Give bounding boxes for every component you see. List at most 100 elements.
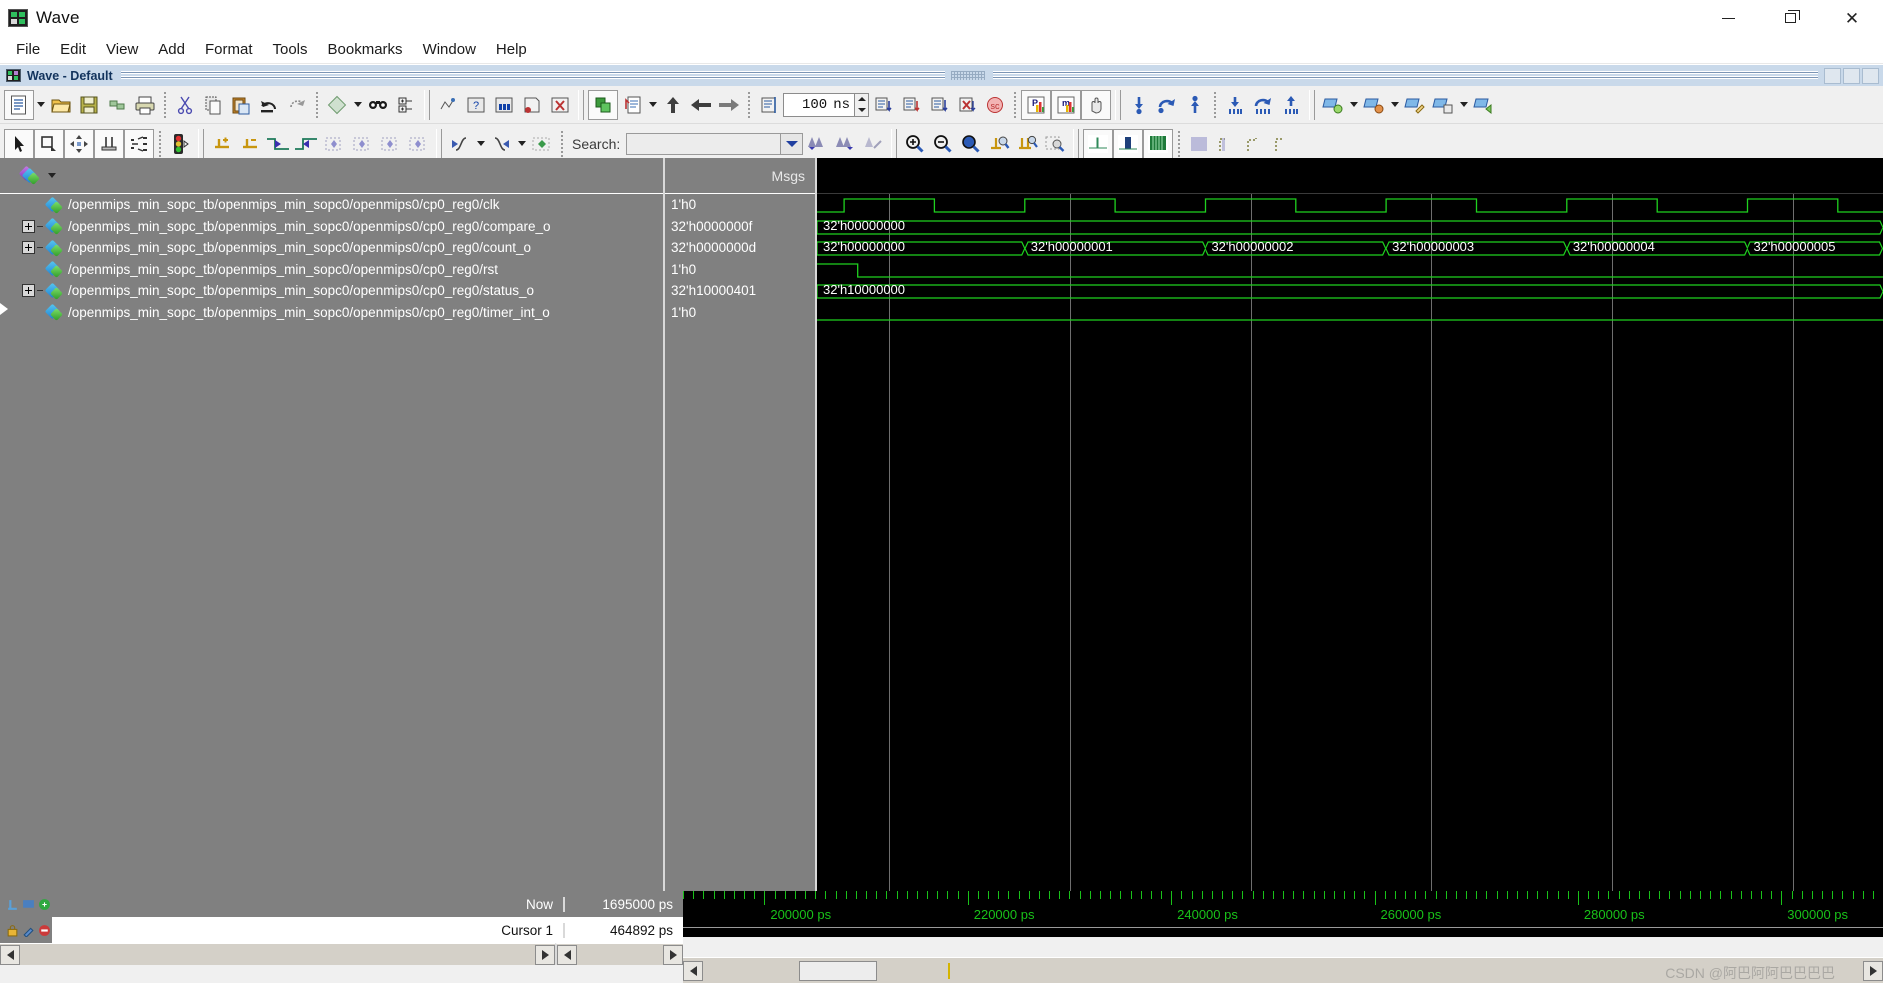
search-prev-dropdown-icon[interactable] bbox=[474, 129, 487, 159]
find-icon[interactable] bbox=[364, 90, 392, 120]
find-rising-icon[interactable] bbox=[404, 129, 432, 159]
timeline-ruler[interactable]: 200000 ps 220000 ps 240000 ps 260000 ps 2800… bbox=[683, 891, 1883, 937]
new-file-dropdown-icon[interactable] bbox=[34, 90, 47, 120]
menu-add[interactable]: Add bbox=[148, 38, 195, 61]
cursor-goto-icon[interactable] bbox=[38, 898, 51, 911]
cursor-mode-icon[interactable] bbox=[94, 128, 124, 159]
run-next-icon[interactable] bbox=[925, 90, 953, 120]
wave-scroll-left[interactable] bbox=[683, 960, 703, 981]
undock-icon[interactable] bbox=[1824, 67, 1842, 84]
wave-all-icon[interactable] bbox=[1143, 128, 1174, 159]
new-file-icon[interactable] bbox=[4, 89, 34, 120]
stop-icon[interactable]: sc bbox=[981, 90, 1009, 120]
search-input[interactable] bbox=[626, 132, 782, 155]
object-filter-icon[interactable] bbox=[18, 165, 42, 185]
save-icon[interactable] bbox=[75, 90, 103, 120]
simulate-icon[interactable] bbox=[618, 90, 646, 120]
pan-mode-icon[interactable] bbox=[64, 128, 94, 159]
values-scrollbar[interactable] bbox=[555, 943, 683, 965]
signal-row[interactable]: /openmips_min_sopc_tb/openmips_min_sopc0… bbox=[0, 194, 663, 216]
values-scroll-left[interactable] bbox=[557, 944, 577, 965]
cursor-link-icon[interactable] bbox=[22, 898, 35, 911]
expand-tree-icon[interactable] bbox=[392, 90, 420, 120]
menu-file[interactable]: File bbox=[6, 38, 50, 61]
menu-bookmarks[interactable]: Bookmarks bbox=[318, 38, 413, 61]
traffic-light-icon[interactable] bbox=[166, 129, 194, 159]
bookmark-del-dropdown-icon[interactable] bbox=[1388, 90, 1401, 120]
search-fwd-icon[interactable] bbox=[831, 129, 859, 159]
search-next-dropdown-icon[interactable] bbox=[515, 129, 528, 159]
restart-icon[interactable] bbox=[869, 90, 897, 120]
hand-pan-icon[interactable] bbox=[1081, 89, 1111, 120]
step-fwd-icon[interactable] bbox=[715, 90, 743, 120]
wave-scroll-right[interactable] bbox=[1863, 960, 1883, 981]
wave-scroll-thumb[interactable] bbox=[799, 960, 877, 981]
find-falling-icon[interactable] bbox=[376, 129, 404, 159]
grid-icon[interactable] bbox=[1185, 129, 1213, 159]
step-back-icon[interactable] bbox=[687, 90, 715, 120]
compile-icon[interactable] bbox=[588, 89, 618, 120]
minimize-button[interactable] bbox=[1697, 0, 1759, 36]
search-diamond-icon[interactable] bbox=[528, 129, 556, 159]
search-prev-icon[interactable] bbox=[446, 129, 474, 159]
signal-row[interactable]: /openmips_min_sopc_tb/openmips_min_sopc0… bbox=[0, 259, 663, 281]
delete-dropdown-icon[interactable] bbox=[351, 90, 364, 120]
zoom-out-icon[interactable] bbox=[929, 129, 957, 159]
names-scroll-right[interactable] bbox=[535, 944, 555, 965]
bookmark-save-icon[interactable] bbox=[1429, 90, 1457, 120]
break-simulation-icon[interactable] bbox=[953, 90, 981, 120]
search-rev-icon[interactable] bbox=[803, 129, 831, 159]
zoom-select-icon[interactable] bbox=[1041, 129, 1069, 159]
values-scroll-right[interactable] bbox=[663, 944, 683, 965]
wave-single-icon[interactable] bbox=[1083, 128, 1114, 159]
names-scroll-left[interactable] bbox=[0, 944, 20, 965]
wrench-icon[interactable] bbox=[22, 924, 35, 937]
edit-mode-icon[interactable] bbox=[124, 128, 154, 159]
names-scroll-track[interactable] bbox=[20, 944, 535, 965]
search-next-icon[interactable] bbox=[487, 129, 515, 159]
zoom-full-icon[interactable] bbox=[957, 129, 985, 159]
find-next-icon[interactable] bbox=[348, 129, 376, 159]
zoom-mode-icon[interactable] bbox=[34, 128, 64, 159]
waveform-canvas[interactable]: 32'h00000000 32'h00000000 32'h00000001 32'h… bbox=[817, 194, 1883, 891]
prev-transition-icon[interactable] bbox=[264, 129, 292, 159]
zoom-range-icon[interactable] bbox=[1013, 129, 1041, 159]
pane-close-icon[interactable] bbox=[1862, 67, 1880, 84]
run-length-icon[interactable] bbox=[755, 90, 783, 120]
menu-edit[interactable]: Edit bbox=[50, 38, 96, 61]
values-scroll-track[interactable] bbox=[577, 944, 663, 965]
zoom-in-icon[interactable] bbox=[901, 129, 929, 159]
insert-cursor2-icon[interactable] bbox=[208, 129, 236, 159]
dock-icon[interactable] bbox=[1843, 67, 1861, 84]
zoom-cursor-icon[interactable] bbox=[985, 129, 1013, 159]
bookmark-edit-icon[interactable] bbox=[1401, 90, 1429, 120]
lock-icon[interactable] bbox=[6, 924, 19, 937]
undo-icon[interactable] bbox=[255, 90, 283, 120]
titlebar-drag-handle[interactable] bbox=[951, 71, 986, 80]
delete-cursor-icon[interactable] bbox=[236, 129, 264, 159]
copy-icon[interactable] bbox=[199, 90, 227, 120]
wave-expand-icon[interactable] bbox=[1277, 90, 1305, 120]
signal-row[interactable]: /openmips_min_sopc_tb/openmips_min_sopc0… bbox=[0, 237, 663, 259]
expand-plus-icon[interactable] bbox=[22, 241, 35, 255]
next-transition-icon[interactable] bbox=[292, 129, 320, 159]
menu-window[interactable]: Window bbox=[413, 38, 486, 61]
delete-icon[interactable] bbox=[323, 90, 351, 120]
names-scrollbar[interactable] bbox=[0, 943, 555, 965]
profile-icon[interactable]: P bbox=[1021, 89, 1051, 120]
step-icon[interactable] bbox=[518, 90, 546, 120]
bookmark-add-icon[interactable] bbox=[1319, 90, 1347, 120]
menu-view[interactable]: View bbox=[96, 38, 148, 61]
maximize-button[interactable] bbox=[1759, 0, 1821, 36]
reload-icon[interactable] bbox=[103, 90, 131, 120]
search-dropdown-icon[interactable] bbox=[781, 132, 804, 155]
break-icon[interactable] bbox=[546, 90, 574, 120]
menu-tools[interactable]: Tools bbox=[263, 38, 318, 61]
run-icon[interactable] bbox=[434, 90, 462, 120]
redo-icon[interactable] bbox=[283, 90, 311, 120]
bookmark-save-dropdown-icon[interactable] bbox=[1457, 90, 1470, 120]
run-length-stepper[interactable] bbox=[855, 92, 869, 117]
continue-icon[interactable] bbox=[490, 90, 518, 120]
signal-row[interactable]: /openmips_min_sopc_tb/openmips_min_sopc0… bbox=[0, 280, 663, 302]
run-length-input[interactable]: 100 ns bbox=[783, 92, 855, 117]
